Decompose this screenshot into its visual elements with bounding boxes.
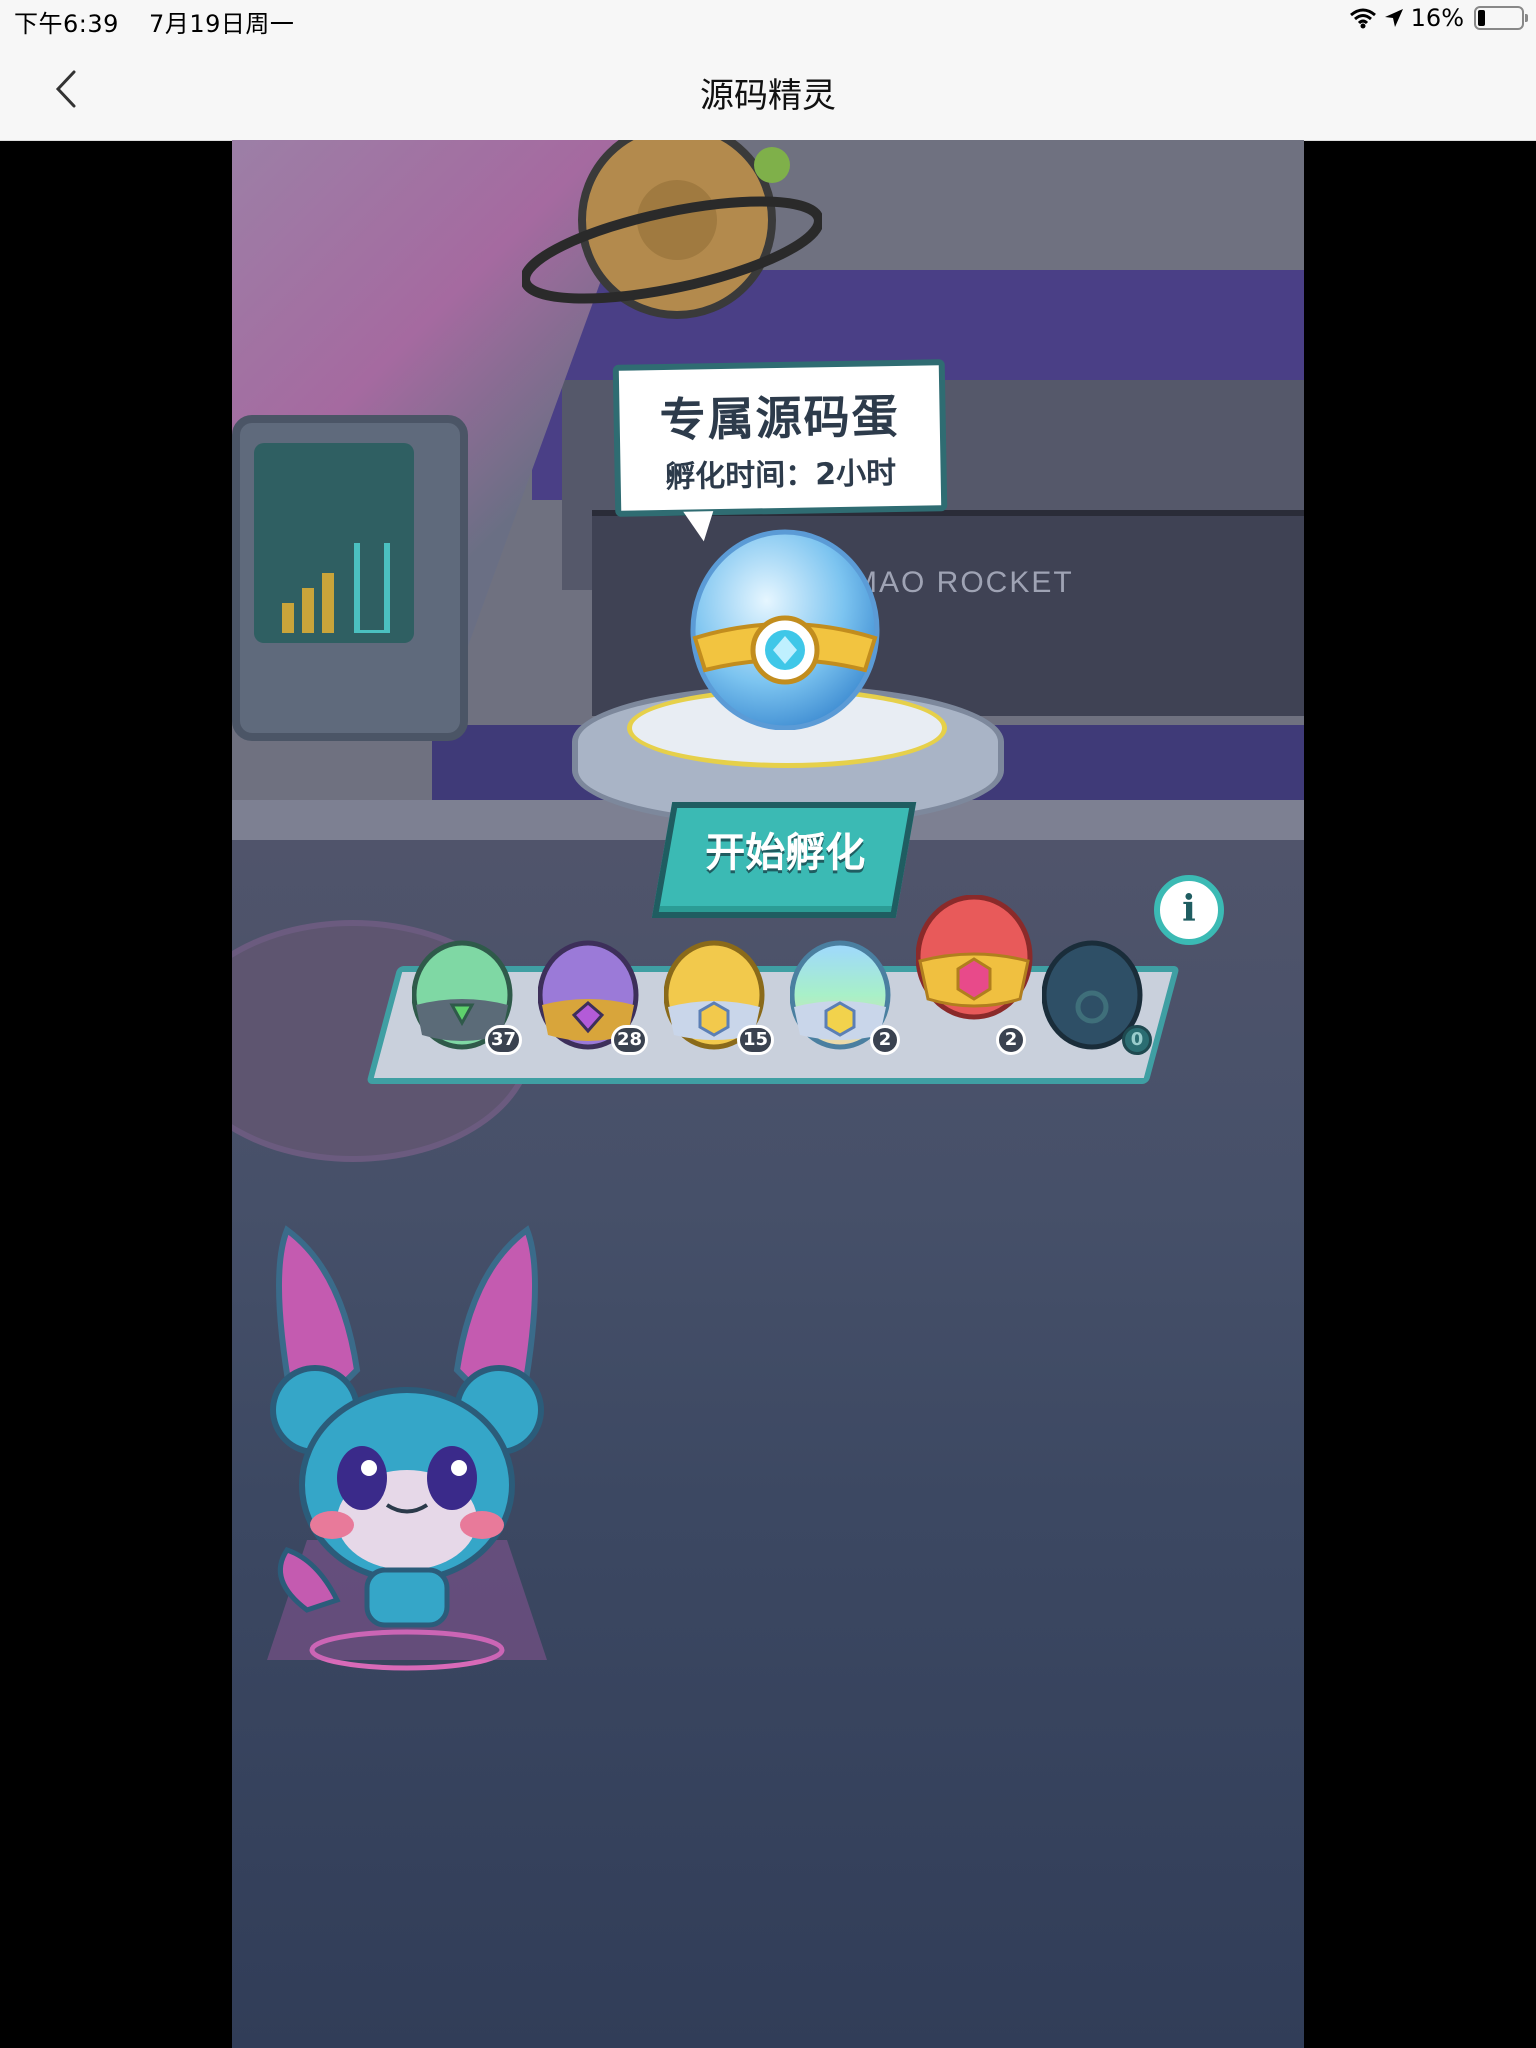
egg-slot-red[interactable]: 2 [916, 895, 1036, 1055]
hatch-time: 孵化时间：2小时 [664, 455, 897, 496]
egg-slot-dark[interactable]: 0 [1042, 935, 1152, 1055]
status-left: 下午6:39 7月19日周一 [14, 4, 294, 39]
bar-chart-icon [282, 543, 390, 633]
battery-percent: 16% [1410, 4, 1464, 32]
egg-count-badge: 0 [1122, 1025, 1152, 1055]
red-egg-icon [916, 895, 1033, 1020]
monitor-screen [254, 443, 414, 643]
egg-slot-gold[interactable]: 15 [664, 935, 774, 1055]
monitor-terminal [232, 415, 468, 741]
planet-decoration [522, 140, 822, 319]
egg-slot-rainbow[interactable]: 2 [790, 935, 900, 1055]
page-title: 源码精灵 [700, 76, 836, 116]
egg-count-badge: 37 [484, 1025, 522, 1055]
nav-bar: 源码精灵 [0, 40, 1536, 141]
egg-count-badge: 2 [996, 1025, 1026, 1055]
egg-slot-green[interactable]: 37 [412, 935, 522, 1055]
start-hatch-label: 开始孵化 [705, 830, 866, 876]
spirit-character[interactable] [247, 1200, 567, 1680]
location-arrow-icon [1384, 9, 1403, 27]
egg-slot-purple[interactable]: 28 [538, 935, 648, 1055]
exclusive-egg-icon[interactable] [685, 520, 885, 730]
battery-fill [1478, 10, 1485, 26]
game-viewport[interactable]: MAO ROCKET 专属源码蛋 孵化时间：2小时 开始孵化 i 37 28 1… [232, 140, 1304, 2048]
start-hatch-button[interactable]: 开始孵化 [651, 802, 917, 918]
status-time: 下午6:39 [14, 10, 119, 38]
info-button[interactable]: i [1154, 875, 1224, 945]
egg-count-badge: 2 [870, 1025, 900, 1055]
egg-info-bubble: 专属源码蛋 孵化时间：2小时 [612, 359, 948, 517]
status-right: 16% [1349, 4, 1528, 32]
egg-count-badge: 28 [610, 1025, 648, 1055]
status-date: 7月19日周一 [149, 10, 295, 38]
info-icon: i [1182, 888, 1196, 930]
egg-name: 专属源码蛋 [659, 388, 901, 448]
wifi-icon [1349, 8, 1376, 29]
status-bar: 下午6:39 7月19日周一 16% [0, 0, 1536, 40]
egg-count-badge: 15 [736, 1025, 774, 1055]
rocket-sign: MAO ROCKET [852, 566, 1074, 599]
battery-icon [1474, 6, 1528, 30]
